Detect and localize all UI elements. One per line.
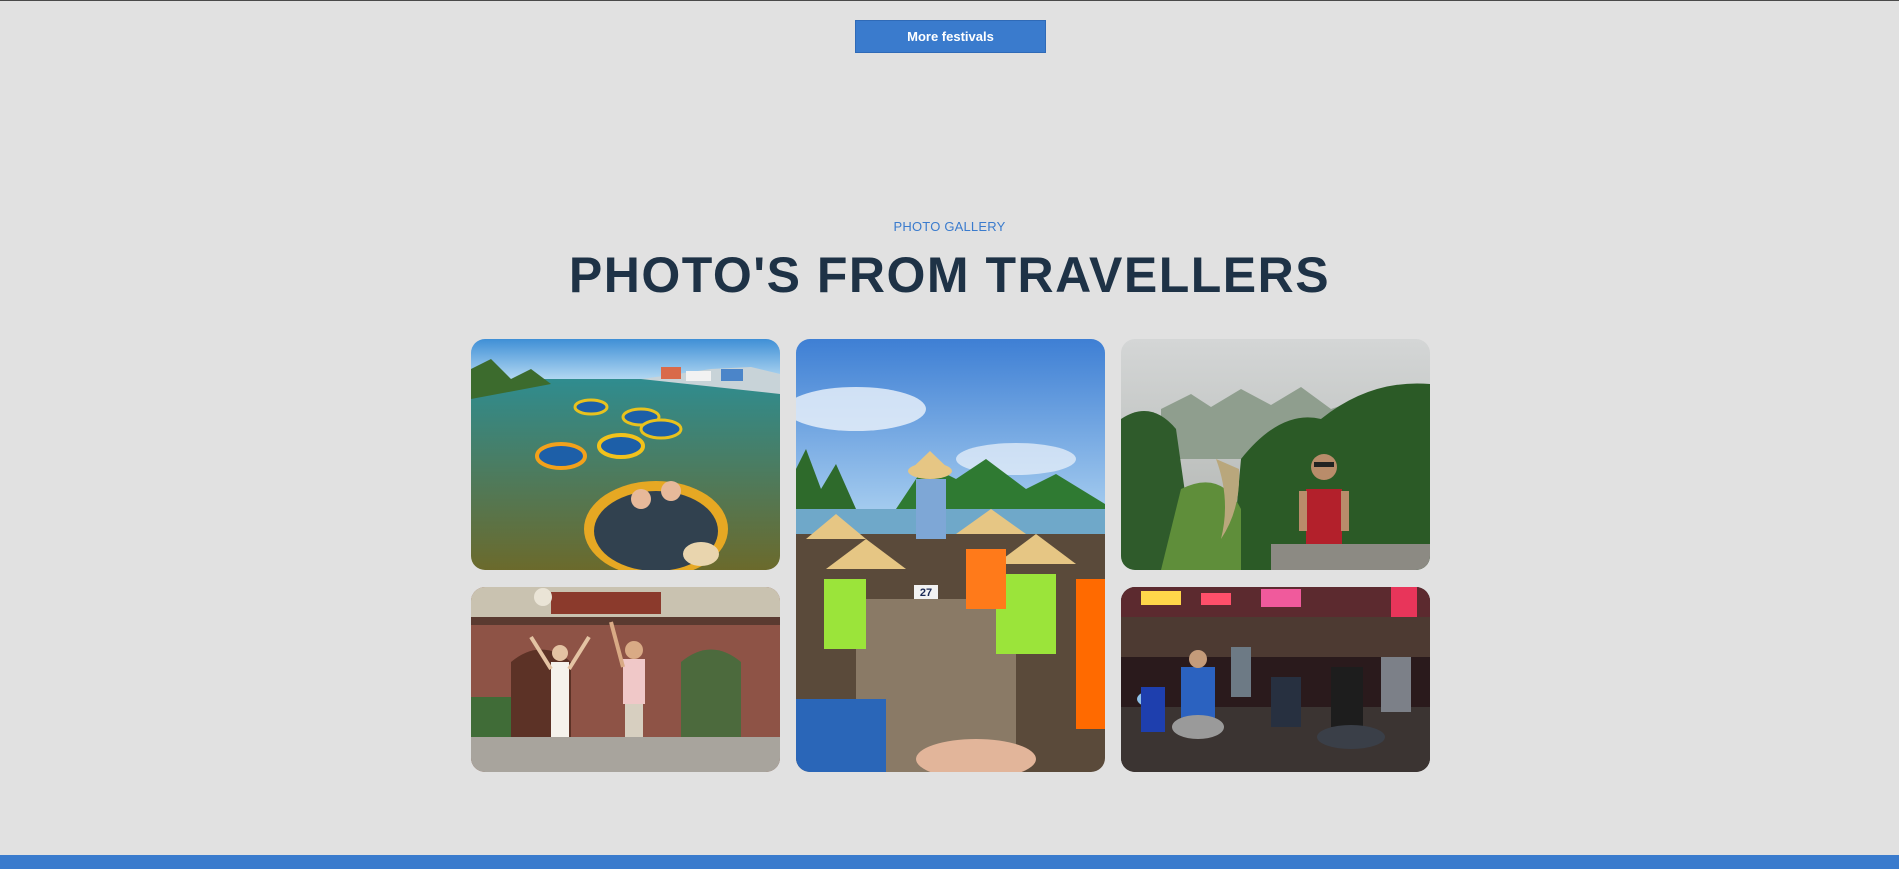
boat-number-label: 27 (920, 587, 932, 599)
gallery-photo-mountain-valley[interactable] (1121, 339, 1430, 570)
basket-boats-photo (471, 339, 780, 570)
boat-tour-photo: 27 (796, 339, 1105, 772)
section-eyebrow: PHOTO GALLERY (893, 219, 1006, 234)
gallery-photo-night-street[interactable] (1121, 587, 1430, 772)
night-street-photo (1121, 587, 1430, 772)
gallery-photo-temple-gate[interactable] (471, 587, 780, 772)
top-divider (0, 0, 1899, 1)
footer-bar (0, 855, 1899, 869)
mountain-valley-photo (1121, 339, 1430, 570)
section-title: PHOTO'S FROM TRAVELLERS (568, 247, 1331, 303)
temple-gate-photo (471, 587, 780, 772)
more-festivals-button[interactable]: More festivals (855, 20, 1046, 53)
gallery-photo-boat-tour[interactable]: 27 (796, 339, 1105, 772)
gallery-photo-basket-boats[interactable] (471, 339, 780, 570)
